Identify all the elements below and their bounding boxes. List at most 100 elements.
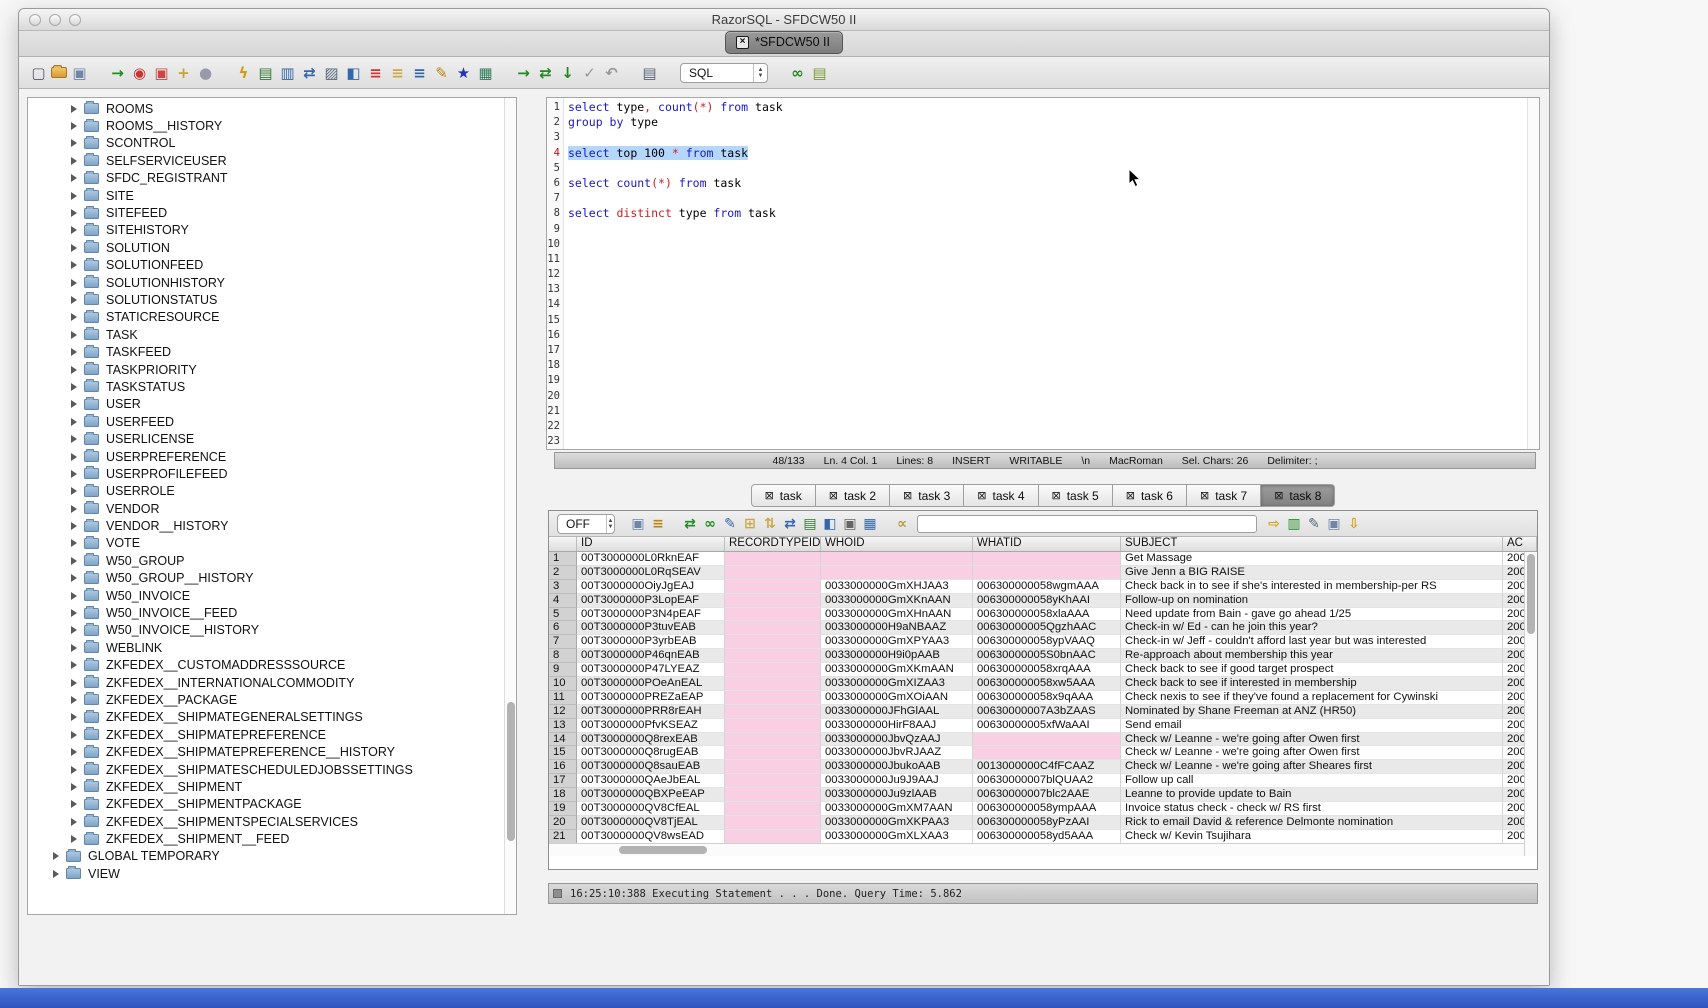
tree-scrollbar[interactable]	[504, 98, 516, 914]
copy-query-tab-icon[interactable]: ▣	[152, 63, 171, 82]
result-tab-task-2[interactable]: ⊠task 2	[816, 484, 890, 507]
edit-table-icon[interactable]: ▤	[256, 63, 275, 82]
table-cell[interactable]: 00630000005xfWaAAI	[973, 719, 1121, 733]
sql-editor[interactable]: 1234567891011121314151617181920212223 se…	[546, 97, 1540, 450]
compare-icon[interactable]: ⇄	[300, 63, 319, 82]
table-cell[interactable]: Check nexis to see if they've found a re…	[1121, 691, 1503, 705]
table-cell[interactable]	[725, 552, 821, 566]
copy-table-icon[interactable]: ▦	[861, 515, 879, 533]
table-row[interactable]: 1000T3000000POeAnEAL0033000000GmXIZAA300…	[549, 677, 1537, 691]
column-header-rownum[interactable]	[549, 537, 577, 551]
table-row[interactable]: 1200T3000000PRR8rEAH0033000000JFhGlAAL00…	[549, 705, 1537, 719]
sql-code-area[interactable]: select type, count(*) from taskgroup by …	[564, 98, 1527, 449]
table-cell[interactable]: 0033000000GmXKnAAN	[821, 594, 973, 608]
table-row[interactable]: 1100T3000000PREZaEAP0033000000GmXOiAAN00…	[549, 691, 1537, 705]
validate-icon[interactable]: ✓	[580, 63, 599, 82]
code-line[interactable]: select count(*) from task	[568, 176, 1527, 191]
disclosure-triangle-icon[interactable]	[71, 609, 77, 617]
favorites-icon[interactable]: ★	[454, 63, 473, 82]
tree-item-scontrol[interactable]: SCONTROL	[28, 135, 503, 152]
table-row[interactable]: 1900T3000000QV8CfEAL0033000000GmXM7AAN00…	[549, 802, 1537, 816]
tree-item-rooms[interactable]: ROOMS	[28, 100, 503, 117]
tree-item-solutionhistory[interactable]: SOLUTIONHISTORY	[28, 274, 503, 291]
table-cell[interactable]: Check w/ Leanne - we're going after Owen…	[1121, 733, 1503, 747]
tree-item-userlicense[interactable]: USERLICENSE	[28, 430, 503, 447]
table-cell[interactable]	[821, 566, 973, 580]
table-row[interactable]: 700T3000000P3yrbEAB0033000000GmXPYAA3006…	[549, 635, 1537, 649]
tree-item-staticresource[interactable]: STATICRESOURCE	[28, 309, 503, 326]
tree-item-vote[interactable]: VOTE	[28, 535, 503, 552]
table-cell[interactable]	[725, 663, 821, 677]
grid-horizontal-scrollbar[interactable]	[549, 843, 1524, 856]
table-row[interactable]: 100T3000000L0RknEAFGet Massage200	[549, 552, 1537, 566]
table-cell[interactable]: Check-in w/ Jeff - couldn't afford last …	[1121, 635, 1503, 649]
tree-item-view[interactable]: VIEW	[28, 865, 503, 882]
download-icon[interactable]: ⇩	[1345, 515, 1363, 533]
table-cell[interactable]: Nominated by Shane Freeman at ANZ (HR50)	[1121, 705, 1503, 719]
disclosure-triangle-icon[interactable]	[71, 383, 77, 391]
disclosure-triangle-icon[interactable]	[71, 592, 77, 600]
code-line[interactable]	[568, 358, 1527, 373]
table-cell[interactable]: Get Massage	[1121, 552, 1503, 566]
mode-dropdown[interactable]: SQL ▲▼	[680, 63, 768, 83]
execute-fetch-icon[interactable]: ⇄	[536, 63, 555, 82]
row-limit-dropdown[interactable]: OFF ▲▼	[557, 514, 615, 534]
disclosure-triangle-icon[interactable]	[71, 122, 77, 130]
table-cell[interactable]: 0033000000GmXM7AAN	[821, 802, 973, 816]
code-line[interactable]	[568, 343, 1527, 358]
undo-icon[interactable]: ↶	[602, 63, 621, 82]
table-cell[interactable]: 0033000000Ju9J9AAJ	[821, 774, 973, 788]
table-cell[interactable]	[725, 733, 821, 747]
new-file-icon[interactable]: ▢	[29, 63, 48, 82]
db-tools-icon[interactable]: ●	[196, 63, 215, 82]
disclosure-triangle-icon[interactable]	[71, 105, 77, 113]
refresh-results-icon[interactable]: ⇄	[681, 515, 699, 533]
table-cell[interactable]: 00T3000000P3LopEAF	[577, 594, 725, 608]
table-cell[interactable]: 00T3000000Q8sauEAB	[577, 760, 725, 774]
table-cell[interactable]: 00T3000000POeAnEAL	[577, 677, 725, 691]
tree-item-w50_group[interactable]: W50_GROUP	[28, 552, 503, 569]
table-cell[interactable]: 00T3000000L0RqSEAV	[577, 566, 725, 580]
code-line[interactable]: group by type	[568, 115, 1527, 130]
table-cell[interactable]: Follow-up on nomination	[1121, 594, 1503, 608]
table-cell[interactable]: 006300000058yd5AAA	[973, 830, 1121, 844]
result-tab-task-7[interactable]: ⊠task 7	[1187, 484, 1261, 507]
tree-item-zkfedex__shipmatescheduledjobssettings[interactable]: ZKFEDEX__SHIPMATESCHEDULEDJOBSSETTINGS	[28, 761, 503, 778]
sort-icon[interactable]: ≡	[388, 63, 407, 82]
copy-results-icon[interactable]: ▣	[841, 515, 859, 533]
table-row[interactable]: 2100T3000000QV8wsEAD0033000000GmXLXAA300…	[549, 830, 1537, 844]
result-tab-task-4[interactable]: ⊠task 4	[964, 484, 1038, 507]
table-cell[interactable]: 0033000000H9aNBAAZ	[821, 621, 973, 635]
table-cell[interactable]: 0033000000GmXKPAA3	[821, 816, 973, 830]
code-line[interactable]	[568, 130, 1527, 145]
table-cell[interactable]: 0033000000JbvRJAAZ	[821, 746, 973, 760]
table-cell[interactable]: 006300000058xlaAAA	[973, 608, 1121, 622]
disclosure-triangle-icon[interactable]	[71, 192, 77, 200]
format-sql-icon[interactable]: ≡	[410, 63, 429, 82]
code-line[interactable]	[568, 222, 1527, 237]
fetch-down-icon[interactable]: ↓	[558, 63, 577, 82]
new-query-tab-icon[interactable]: +	[174, 63, 193, 82]
close-result-tab-icon[interactable]: ⊠	[903, 490, 912, 501]
tree-item-weblink[interactable]: WEBLINK	[28, 639, 503, 656]
tree-item-vendor[interactable]: VENDOR	[28, 500, 503, 517]
table-cell[interactable]: Follow up call	[1121, 774, 1503, 788]
page-view-icon[interactable]: ◧	[821, 515, 839, 533]
table-cell[interactable]	[973, 566, 1121, 580]
disclosure-triangle-icon[interactable]	[71, 226, 77, 234]
table-row[interactable]: 1800T3000000QBXPeEAP0033000000Ju9zlAAB00…	[549, 788, 1537, 802]
describe-icon[interactable]: ≡	[366, 63, 385, 82]
code-line[interactable]	[568, 191, 1527, 206]
disclosure-triangle-icon[interactable]	[71, 539, 77, 547]
table-cell[interactable]: 0033000000GmXKmAAN	[821, 663, 973, 677]
table-cell[interactable]: 00T3000000QV8TjEAL	[577, 816, 725, 830]
table-cell[interactable]	[725, 691, 821, 705]
disclosure-triangle-icon[interactable]	[53, 870, 59, 878]
tree-item-userfeed[interactable]: USERFEED	[28, 413, 503, 430]
code-line[interactable]: select top 100 * from task	[568, 146, 1527, 161]
code-line[interactable]	[568, 434, 1527, 449]
table-cell[interactable]: 00T3000000QAeJbEAL	[577, 774, 725, 788]
table-cell[interactable]: Invoice status check - check w/ RS first	[1121, 802, 1503, 816]
table-cell[interactable]: 0033000000GmXOiAAN	[821, 691, 973, 705]
save-grid-icon[interactable]: ▣	[1325, 515, 1343, 533]
